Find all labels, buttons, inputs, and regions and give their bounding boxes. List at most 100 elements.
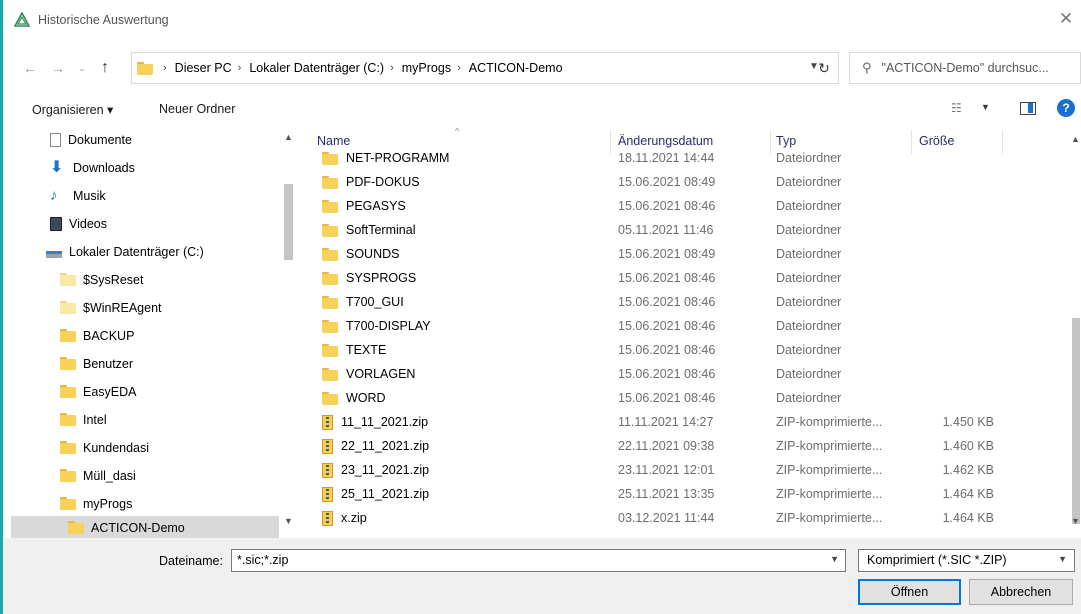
nav-item-lokaler-datentraeger[interactable]: Lokaler Datenträger (C:)	[46, 240, 204, 264]
file-row[interactable]: 11_11_2021.zip 11.11.2021 14:27 ZIP-kompri…	[300, 410, 1060, 434]
file-name-cell: SOUNDS	[322, 242, 399, 266]
file-name-cell: NET-PROGRAMM	[322, 146, 449, 170]
view-options-chevron-icon[interactable]: ▼	[981, 102, 990, 112]
filetype-value: Komprimiert (*.SIC *.ZIP)	[867, 553, 1007, 567]
file-name-cell: SoftTerminal	[322, 218, 415, 242]
file-row[interactable]: 23_11_2021.zip 23.11.2021 12:01 ZIP-kompri…	[300, 458, 1060, 482]
file-row[interactable]: PDF-DOKUS 15.06.2021 08:49 Dateiordner	[300, 170, 1060, 194]
file-size-cell: 1.460 KB	[942, 439, 994, 453]
up-arrow-icon[interactable]: ↑	[94, 57, 116, 79]
file-row[interactable]: VORLAGEN 15.06.2021 08:46 Dateiordner	[300, 362, 1060, 386]
zip-file-icon	[322, 486, 333, 502]
nav-item-myprogs[interactable]: myProgs	[60, 492, 132, 516]
file-row[interactable]: T700_GUI 15.06.2021 08:46 Dateiordner	[300, 290, 1060, 314]
file-date-cell: 15.06.2021 08:49	[618, 175, 716, 189]
file-row[interactable]: SYSPROGS 15.06.2021 08:46 Dateiordner	[300, 266, 1060, 290]
search-icon: ⚲	[862, 60, 872, 75]
scroll-up-chevron-icon[interactable]: ▲	[1071, 134, 1080, 144]
nav-item-videos[interactable]: Videos	[50, 212, 107, 236]
file-row[interactable]: TEXTE 15.06.2021 08:46 Dateiordner	[300, 338, 1060, 362]
navigation-pane: Dokumente ⬇ Downloads ♪ Musik Videos Lok…	[3, 128, 299, 538]
zip-file-icon	[322, 414, 333, 430]
file-size-cell: 1.462 KB	[942, 463, 994, 477]
file-date-cell: 03.12.2021 11:44	[618, 511, 715, 525]
refresh-icon[interactable]: ↻	[813, 57, 835, 79]
file-row[interactable]: SoftTerminal 05.11.2021 11:46 Dateiordner	[300, 218, 1060, 242]
filename-label: Dateiname:	[159, 554, 223, 568]
nav-item-sysreset[interactable]: $SysReset	[60, 268, 143, 292]
open-button[interactable]: Öffnen	[858, 579, 961, 605]
forward-arrow-icon[interactable]: →	[47, 57, 69, 79]
folder-icon	[322, 247, 338, 261]
file-type-cell: Dateiordner	[776, 391, 842, 405]
app-logo-icon	[14, 12, 30, 27]
nav-item-downloads[interactable]: ⬇ Downloads	[50, 156, 135, 180]
file-row[interactable]: 25_11_2021.zip 25.11.2021 13:35 ZIP-kompri…	[300, 482, 1060, 506]
breadcrumb-item[interactable]: › Dieser PC	[163, 61, 232, 75]
file-row[interactable]: x.zip 03.12.2021 11:44 ZIP-komprimierte...…	[300, 506, 1060, 530]
nav-pane-scrollbar[interactable]: ▲ ▼	[280, 128, 296, 538]
file-name-cell: WORD	[322, 386, 386, 410]
folder-icon	[322, 223, 338, 237]
file-size-cell	[860, 146, 994, 170]
view-options-icon[interactable]: ☷	[951, 101, 962, 115]
file-name-cell: 11_11_2021.zip	[322, 410, 428, 434]
scroll-up-chevron-icon[interactable]: ▲	[284, 132, 293, 142]
scroll-down-chevron-icon[interactable]: ▼	[1071, 516, 1080, 526]
file-row[interactable]: T700-DISPLAY 15.06.2021 08:46 Dateiordner	[300, 314, 1060, 338]
scrollbar-thumb[interactable]	[1072, 318, 1080, 524]
folder-icon	[60, 385, 76, 399]
file-name-cell: VORLAGEN	[322, 362, 415, 386]
nav-item-muell-dasi[interactable]: Müll_dasi	[60, 464, 136, 488]
command-bar: Organisieren ▾ Neuer Ordner ☷ ▼ ?	[3, 94, 1081, 124]
filename-input[interactable]: *.sic;*.zip ▼	[231, 549, 846, 572]
nav-item-easyeda[interactable]: EasyEDA	[60, 380, 137, 404]
file-date-cell: 18.11.2021 14:44	[618, 151, 715, 165]
nav-item-benutzer[interactable]: Benutzer	[60, 352, 133, 376]
filetype-select[interactable]: Komprimiert (*.SIC *.ZIP) ▼	[858, 549, 1075, 572]
breadcrumb-item[interactable]: › myProgs	[390, 61, 451, 75]
file-row[interactable]: 22_11_2021.zip 22.11.2021 09:38 ZIP-kompri…	[300, 434, 1060, 458]
cancel-button[interactable]: Abbrechen	[969, 579, 1073, 605]
close-icon[interactable]: ✕	[1057, 10, 1075, 28]
organize-button[interactable]: Organisieren ▾	[32, 102, 113, 117]
file-size-cell	[860, 314, 994, 338]
nav-item-musik[interactable]: ♪ Musik	[50, 184, 106, 208]
file-type-cell: Dateiordner	[776, 223, 842, 237]
window-title: Historische Auswertung	[38, 13, 169, 27]
file-size-cell	[860, 338, 994, 362]
file-name-cell: T700-DISPLAY	[322, 314, 431, 338]
scrollbar-thumb[interactable]	[284, 184, 293, 260]
file-row[interactable]: WORD 15.06.2021 08:46 Dateiordner	[300, 386, 1060, 410]
file-list: ^ Name Änderungsdatum Typ Größe NET-PROG…	[300, 128, 1070, 538]
breadcrumb-item[interactable]: › Lokaler Datenträger (C:)	[238, 61, 384, 75]
folder-icon	[60, 273, 76, 287]
nav-item-winreagent[interactable]: $WinREAgent	[60, 296, 162, 320]
help-icon[interactable]: ?	[1057, 99, 1075, 117]
file-type-cell: Dateiordner	[776, 175, 842, 189]
downloads-icon: ⬇	[50, 159, 64, 176]
file-name-cell: T700_GUI	[322, 290, 404, 314]
filename-history-chevron-icon[interactable]: ▼	[830, 554, 839, 564]
nav-item-intel[interactable]: Intel	[60, 408, 107, 432]
address-bar[interactable]: › Dieser PC › Lokaler Datenträger (C:) › my…	[131, 52, 839, 84]
file-name-cell: 25_11_2021.zip	[322, 482, 429, 506]
preview-pane-icon[interactable]	[1020, 102, 1036, 115]
back-arrow-icon[interactable]: ←	[19, 57, 41, 79]
folder-icon	[60, 469, 76, 483]
file-row[interactable]: SOUNDS 15.06.2021 08:49 Dateiordner	[300, 242, 1060, 266]
file-date-cell: 11.11.2021 14:27	[618, 415, 714, 429]
new-folder-button[interactable]: Neuer Ordner	[159, 102, 235, 116]
file-name-cell: SYSPROGS	[322, 266, 416, 290]
search-box[interactable]: ⚲ "ACTICON-Demo" durchsuc...	[849, 52, 1081, 84]
recent-locations-chevron-icon[interactable]: ⌄	[71, 57, 93, 79]
breadcrumb-item[interactable]: › ACTICON-Demo	[457, 61, 562, 75]
scroll-down-chevron-icon[interactable]: ▼	[284, 516, 293, 526]
file-list-scrollbar[interactable]: ▲ ▼	[1069, 128, 1081, 538]
file-row[interactable]: NET-PROGRAMM 18.11.2021 14:44 Dateiordner	[300, 146, 1060, 170]
nav-item-acticon-demo[interactable]: ACTICON-Demo	[11, 516, 279, 538]
nav-item-kundendasi[interactable]: Kundendasi	[60, 436, 149, 460]
nav-item-backup[interactable]: BACKUP	[60, 324, 134, 348]
nav-item-dokumente[interactable]: Dokumente	[50, 128, 132, 152]
file-row[interactable]: PEGASYS 15.06.2021 08:46 Dateiordner	[300, 194, 1060, 218]
